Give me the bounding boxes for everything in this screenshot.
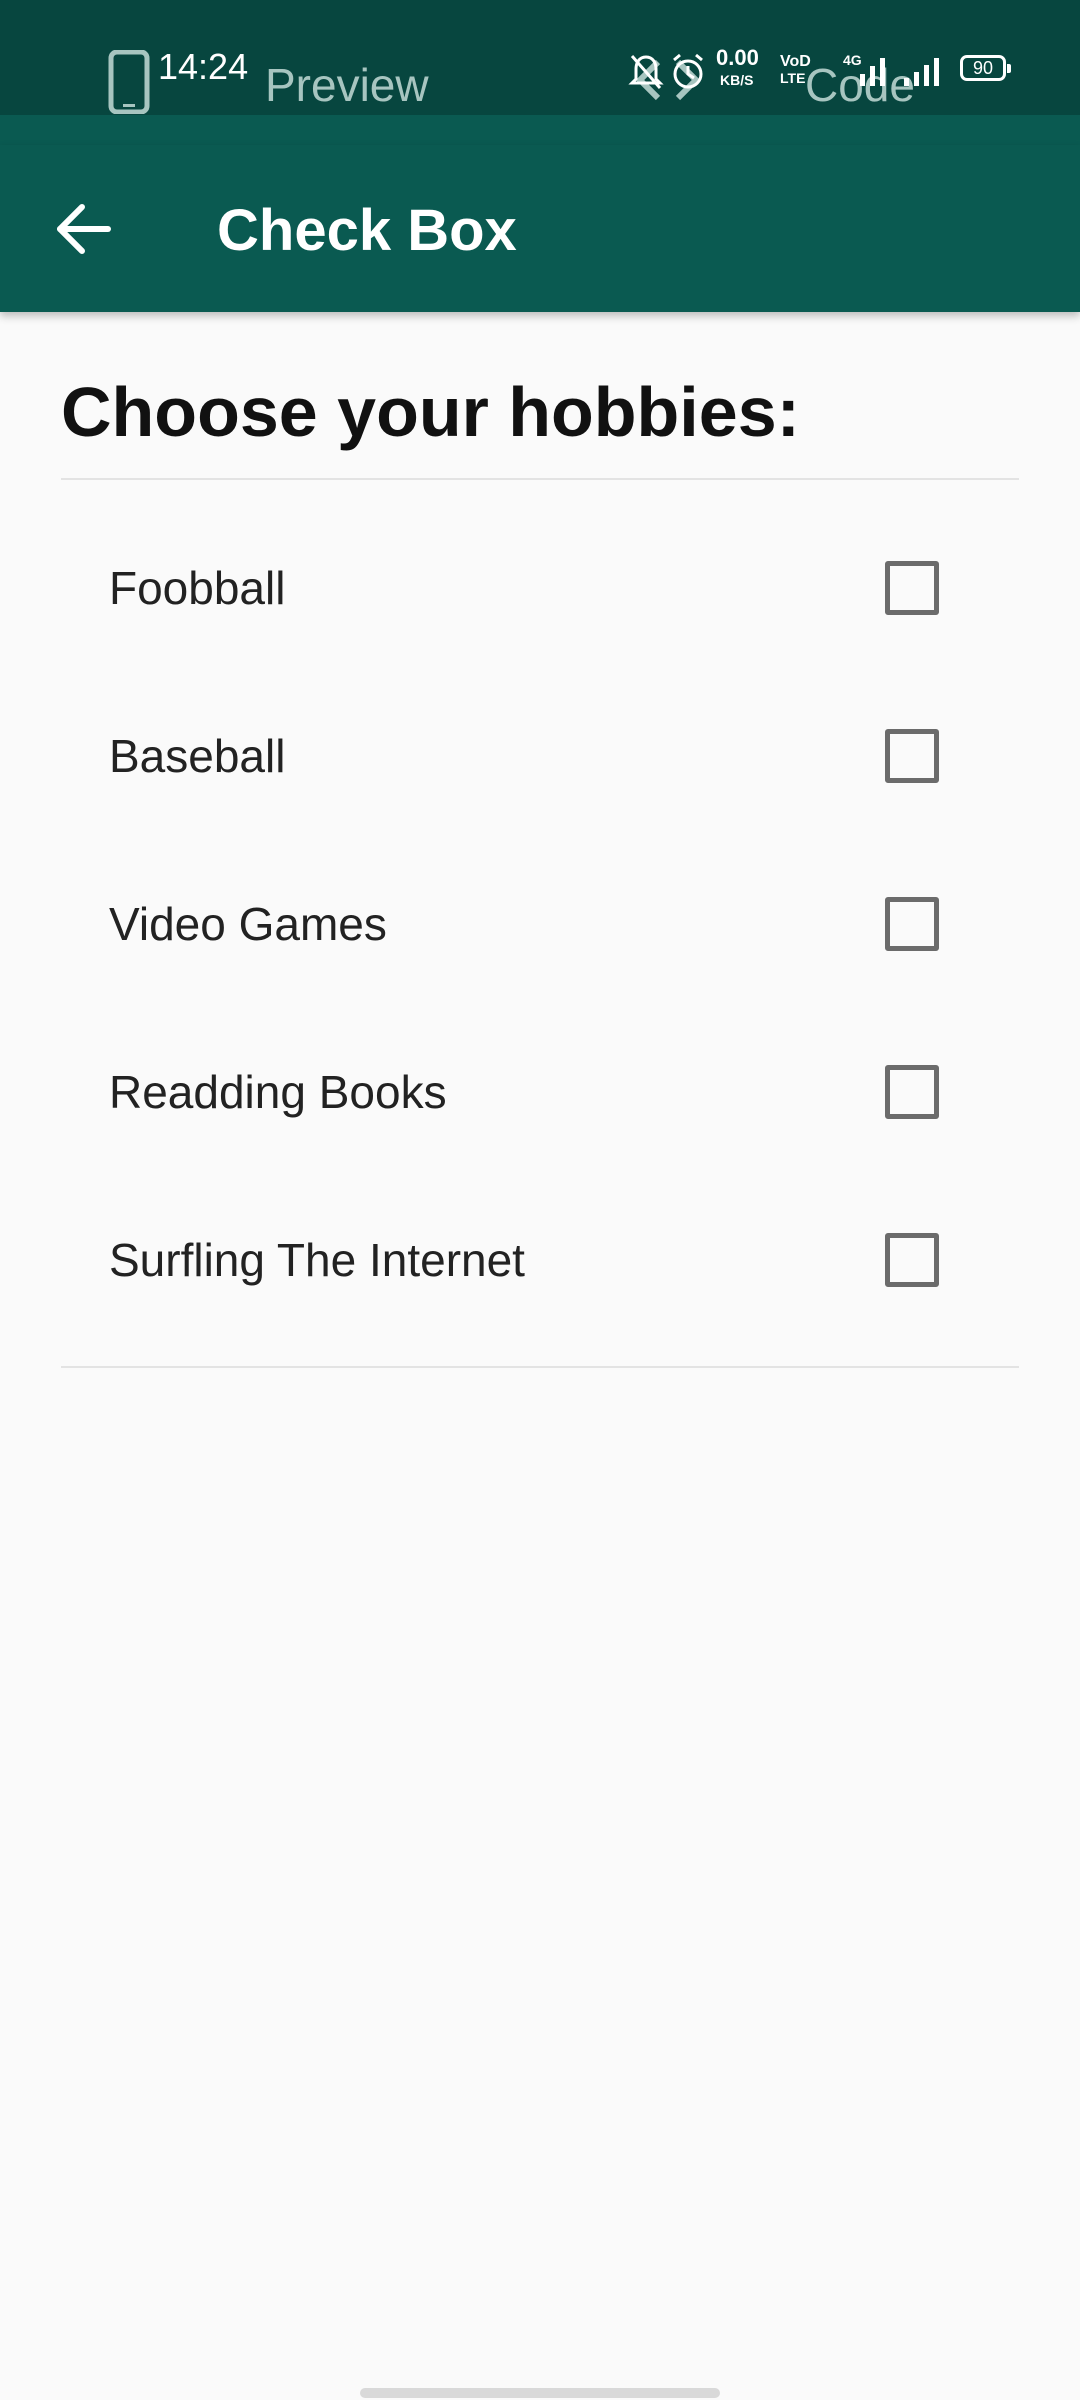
status-time: 14:24 (158, 46, 249, 87)
hobby-item-video-games[interactable]: Video Games (61, 840, 1019, 1008)
hobby-label: Baseball (109, 730, 286, 782)
top-divider (61, 478, 1019, 480)
hobby-checkbox[interactable] (885, 729, 939, 783)
arrow-left-icon[interactable] (52, 197, 116, 261)
hobby-label: Readding Books (109, 1066, 447, 1118)
alarm-icon (673, 53, 703, 89)
app-bar: Check Box (0, 145, 1080, 312)
status-bar-underline (0, 115, 1080, 145)
hobby-checkbox[interactable] (885, 1233, 939, 1287)
hobby-checkbox[interactable] (885, 1065, 939, 1119)
mute-icon (628, 55, 664, 89)
hobby-item-football[interactable]: Foobball (61, 504, 1019, 672)
battery-level: 90 (972, 58, 994, 78)
preview-tab-label[interactable]: Preview (265, 58, 429, 112)
page-title: Check Box (217, 198, 517, 263)
battery-icon: 90 (960, 55, 1011, 81)
hobby-checkbox[interactable] (885, 561, 939, 615)
hobby-item-surfing-internet[interactable]: Surfling The Internet (61, 1176, 1019, 1344)
hobby-item-baseball[interactable]: Baseball (61, 672, 1019, 840)
hobbies-heading: Choose your hobbies: (61, 373, 800, 451)
volte-label-bottom: LTE (780, 70, 806, 86)
signal-icon (860, 58, 885, 86)
home-indicator[interactable] (360, 2388, 720, 2398)
bottom-divider (61, 1366, 1019, 1368)
hobby-label: Video Games (109, 898, 387, 950)
hobby-label: Surfling The Internet (109, 1234, 525, 1286)
hobby-label: Foobball (109, 562, 286, 614)
signal-icon-2 (904, 58, 939, 86)
status-bar: 14:24 Preview Code 0.00 KB/S VoD LTE 4G … (0, 0, 1080, 115)
hobby-checkbox[interactable] (885, 897, 939, 951)
phone-icon (108, 50, 150, 114)
hobby-item-reading-books[interactable]: Readding Books (61, 1008, 1019, 1176)
data-speed-unit: KB/S (720, 72, 754, 88)
volte-label-top: VoD (780, 53, 811, 70)
data-speed-value: 0.00 (716, 45, 759, 70)
